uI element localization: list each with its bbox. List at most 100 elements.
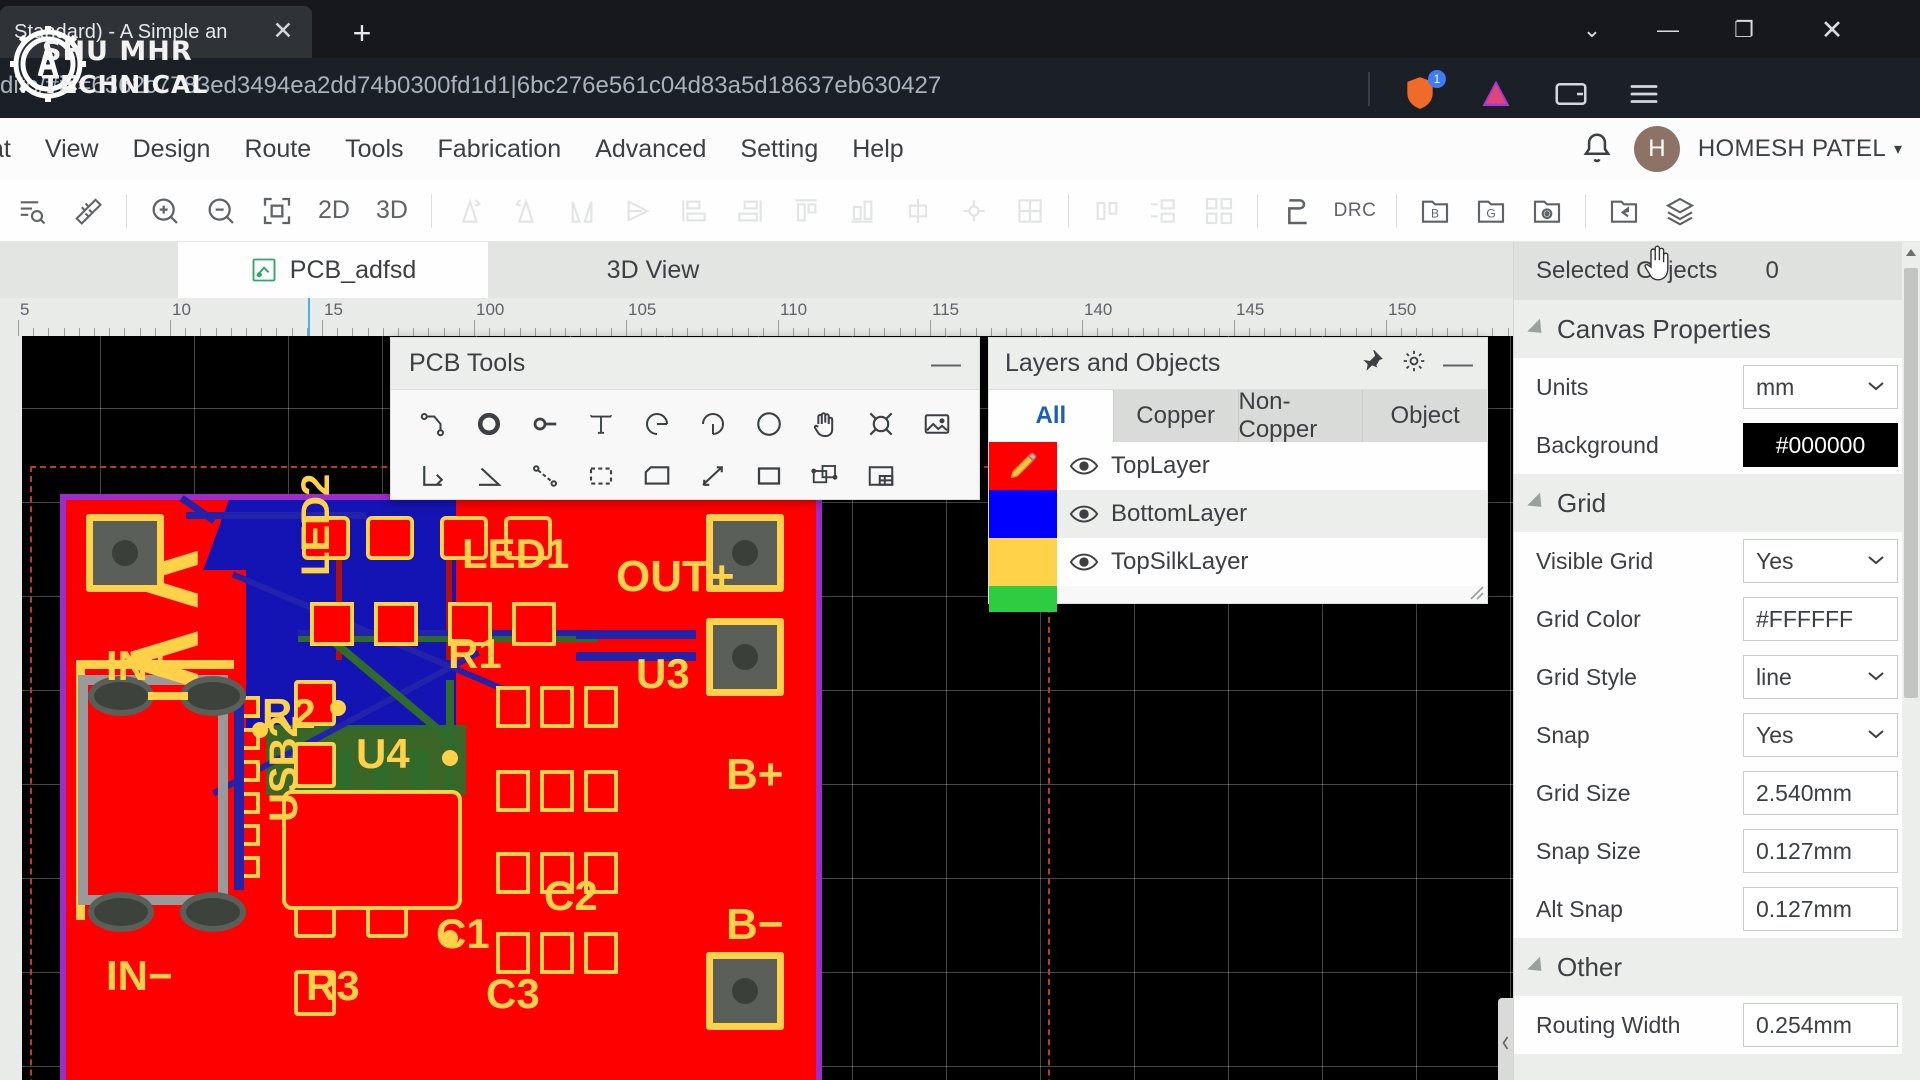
view-2d-button[interactable]: 2D <box>305 196 363 225</box>
layer-row[interactable]: TopSilkLayer <box>989 538 1487 586</box>
bom-folder-icon[interactable]: B <box>1407 188 1463 234</box>
layer-color-swatch[interactable] <box>989 586 1057 612</box>
restore-window-icon[interactable]: ❐ <box>1716 8 1772 52</box>
layer-row[interactable]: BottomLayer <box>989 490 1487 538</box>
zoom-in-icon[interactable] <box>137 188 193 234</box>
hand-pan-icon[interactable] <box>797 398 853 450</box>
chevron-down-icon[interactable] <box>1867 727 1885 744</box>
circle-icon[interactable] <box>741 398 797 450</box>
pad-icon[interactable] <box>517 398 573 450</box>
scroll-up-icon[interactable] <box>1902 242 1920 264</box>
layer-color-swatch[interactable] <box>989 538 1057 586</box>
property-snap-size-control[interactable]: 0.127mm <box>1743 829 1898 873</box>
scrollbar-thumb[interactable] <box>1904 268 1918 698</box>
visibility-eye-icon[interactable] <box>1057 503 1111 525</box>
layers-tab-copper[interactable]: Copper <box>1114 390 1239 442</box>
menu-item-help[interactable]: Help <box>835 135 920 164</box>
chevron-down-icon[interactable]: ⌄ <box>1564 8 1620 52</box>
angle-icon[interactable] <box>461 450 517 502</box>
menu-item-at[interactable]: at <box>0 135 28 164</box>
menu-item-design[interactable]: Design <box>116 135 228 164</box>
image-icon[interactable] <box>909 398 965 450</box>
route-corner-icon[interactable] <box>1268 188 1324 234</box>
wallet-icon[interactable] <box>1552 76 1590 112</box>
property-grid-color-control[interactable]: #FFFFFF <box>1743 597 1898 641</box>
property-units-control[interactable]: mm <box>1743 365 1898 409</box>
tab-pcb[interactable]: PCB_adfsd <box>178 242 488 298</box>
avatar[interactable]: H <box>1634 126 1680 172</box>
hole-icon[interactable] <box>853 398 909 450</box>
zoom-out-icon[interactable] <box>193 188 249 234</box>
property-visible-grid-control[interactable]: Yes <box>1743 539 1898 583</box>
panelize-icon[interactable] <box>797 450 853 502</box>
properties-section-header[interactable]: Grid <box>1514 474 1920 532</box>
close-window-icon[interactable]: ✕ <box>1804 8 1860 52</box>
pick-place-folder-icon[interactable] <box>1519 188 1575 234</box>
layer-color-swatch[interactable] <box>989 490 1057 538</box>
rectangle-icon[interactable] <box>741 450 797 502</box>
minimize-window-icon[interactable]: — <box>1640 8 1696 52</box>
browser-menu-icon[interactable] <box>1626 74 1662 114</box>
dimension-icon[interactable] <box>685 450 741 502</box>
board-region-icon[interactable] <box>853 450 909 502</box>
layers-tab-all[interactable]: All <box>989 390 1114 442</box>
browser-url-bar[interactable]: dito/#id=6362c7783ed3494ea2dd74b0300fd1d… <box>0 58 1920 118</box>
connect-icon[interactable] <box>517 450 573 502</box>
properties-section-header[interactable]: Other <box>1514 938 1920 996</box>
view-3d-button[interactable]: 3D <box>363 196 421 225</box>
menu-item-view[interactable]: View <box>28 135 116 164</box>
minimize-icon[interactable]: — <box>931 354 961 374</box>
gerber-folder-icon[interactable]: G <box>1463 188 1519 234</box>
property-routing-width-control[interactable]: 0.254mm <box>1743 1003 1898 1047</box>
property-grid-size-control[interactable]: 2.540mm <box>1743 771 1898 815</box>
panel-collapse-handle[interactable] <box>1498 998 1514 1080</box>
pcb-tools-panel[interactable]: PCB Tools — <box>390 337 980 500</box>
menu-item-setting[interactable]: Setting <box>723 135 835 164</box>
pcb-tools-header[interactable]: PCB Tools — <box>391 338 979 390</box>
visibility-eye-icon[interactable] <box>1057 551 1111 573</box>
close-tab-icon[interactable]: ✕ <box>268 17 298 47</box>
menu-item-fabrication[interactable]: Fabrication <box>421 135 579 164</box>
property-background-control[interactable]: #000000 <box>1743 423 1898 467</box>
minimize-icon[interactable]: — <box>1443 355 1473 373</box>
pcb-board[interactable]: ∧∧ <box>60 494 822 1080</box>
gear-icon[interactable] <box>1401 348 1427 379</box>
bell-icon[interactable] <box>1578 130 1616 168</box>
layers-stack-icon[interactable] <box>1652 188 1708 234</box>
properties-section-header[interactable]: Canvas Properties <box>1514 300 1920 358</box>
design-manager-icon[interactable] <box>4 188 60 234</box>
chevron-down-icon[interactable] <box>1867 553 1885 570</box>
measure-ruler-icon[interactable] <box>60 188 116 234</box>
visibility-eye-icon[interactable] <box>1057 455 1111 477</box>
text-icon[interactable] <box>573 398 629 450</box>
drc-button[interactable]: DRC <box>1324 200 1386 222</box>
properties-scrollbar[interactable] <box>1902 242 1920 1080</box>
layers-and-objects-panel[interactable]: Layers and Objects — All Copper Non-Copp… <box>988 337 1488 604</box>
menu-item-advanced[interactable]: Advanced <box>578 135 723 164</box>
chevron-down-icon[interactable]: ▾ <box>1894 139 1902 159</box>
collapse-triangle-icon[interactable] <box>1527 319 1548 340</box>
chevron-down-icon[interactable] <box>1867 669 1885 686</box>
property-alt-snap-control[interactable]: 0.127mm <box>1743 887 1898 931</box>
property-snap-control[interactable]: Yes <box>1743 713 1898 757</box>
layers-tab-non-copper[interactable]: Non-Copper <box>1239 390 1364 442</box>
menu-item-route[interactable]: Route <box>227 135 328 164</box>
tab-3d-view[interactable]: 3D View <box>488 242 818 298</box>
layers-tab-object[interactable]: Object <box>1363 390 1487 442</box>
copper-area-icon[interactable] <box>629 450 685 502</box>
menu-item-tools[interactable]: Tools <box>328 135 420 164</box>
chevron-down-icon[interactable] <box>1867 379 1885 396</box>
select-area-icon[interactable] <box>573 450 629 502</box>
brave-rewards-icon[interactable] <box>1478 76 1514 112</box>
collapse-triangle-icon[interactable] <box>1527 957 1548 978</box>
arc-icon[interactable] <box>629 398 685 450</box>
property-grid-style-control[interactable]: line <box>1743 655 1898 699</box>
collapse-triangle-icon[interactable] <box>1527 493 1548 514</box>
new-tab-icon[interactable]: + <box>342 14 382 54</box>
layer-row[interactable]: TopLayer <box>989 442 1487 490</box>
polyline-icon[interactable] <box>405 450 461 502</box>
via-icon[interactable] <box>461 398 517 450</box>
fit-to-screen-icon[interactable] <box>249 188 305 234</box>
layers-panel-header[interactable]: Layers and Objects — <box>989 338 1487 390</box>
arc-center-icon[interactable] <box>685 398 741 450</box>
